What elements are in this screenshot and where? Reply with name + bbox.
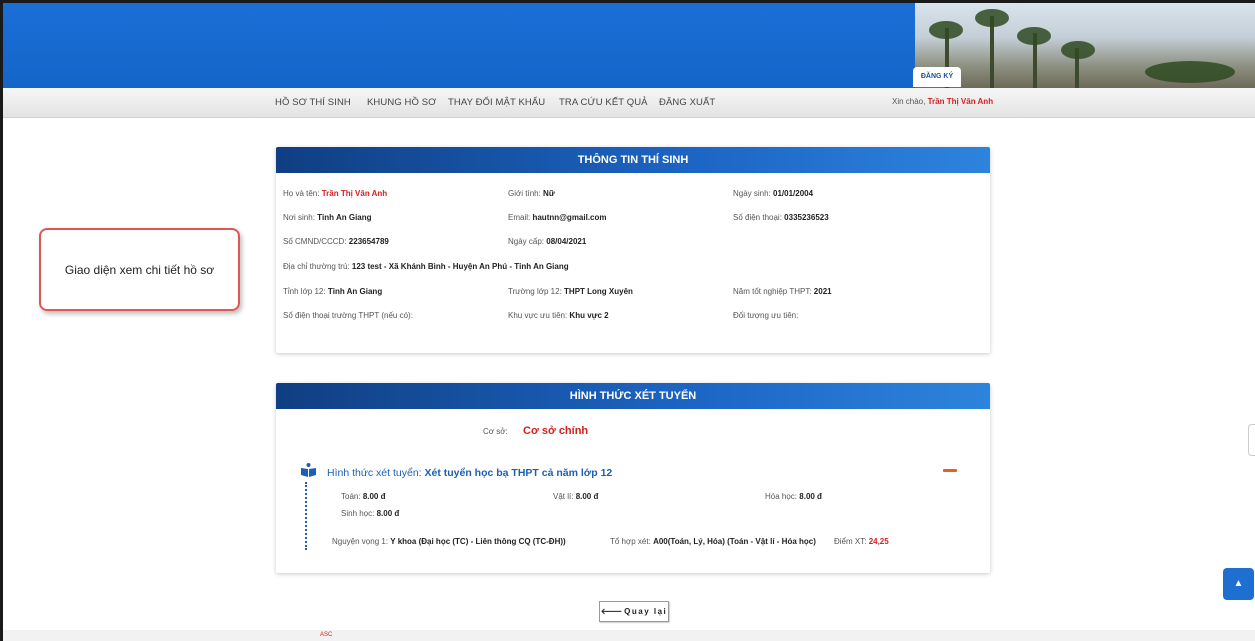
campus-value: Cơ sở chính — [523, 425, 589, 437]
score-physics: Vật lí: 8.00 đ — [553, 492, 599, 501]
greeting: Xin chào, Trần Thị Vân Anh — [892, 97, 993, 106]
field-priority-group: Đối tượng ưu tiên: — [733, 311, 799, 320]
field-priority-area: Khu vực ưu tiên: Khu vực 2 — [508, 311, 609, 320]
nav-item-profile[interactable]: HỒ SƠ THÍ SINH — [275, 97, 351, 108]
field-school-phone: Số điện thoại trường THPT (nếu có): — [283, 311, 413, 320]
side-panel-tab[interactable] — [1248, 424, 1255, 456]
nav-item-profile-frame[interactable]: KHUNG HỒ SƠ — [367, 97, 436, 108]
greeting-prefix: Xin chào, — [892, 97, 926, 106]
wish-1: Nguyện vọng 1: Y khoa (Đại học (TC) - Li… — [332, 537, 566, 546]
site-banner — [3, 3, 1255, 88]
arrow-left-icon: 🡐 — [600, 607, 623, 616]
back-button[interactable]: 🡐 Quay lại — [599, 601, 669, 622]
main-nav: HỒ SƠ THÍ SINH KHUNG HỒ SƠ THAY ĐỔI MẬT … — [3, 88, 1255, 118]
admission-score: Điểm XT: 24,25 — [834, 537, 889, 546]
register-tab[interactable]: ĐĂNG KÝ — [913, 67, 961, 87]
field-grade12-province: Tỉnh lớp 12: Tỉnh An Giang — [283, 287, 383, 296]
back-button-label: Quay lại — [624, 607, 668, 616]
user-name[interactable]: Trần Thị Vân Anh — [928, 97, 993, 106]
field-grade12-school: Trường lớp 12: THPT Long Xuyên — [508, 287, 633, 296]
field-full-name: Họ và tên: Trần Thị Vân Anh — [283, 189, 388, 198]
field-email: Email: hautnn@gmail.com — [508, 213, 607, 222]
annotation-callout: Giao diện xem chi tiết hồ sơ — [39, 228, 240, 311]
book-icon — [301, 463, 316, 477]
footer-text: ASC — [320, 632, 333, 638]
field-phone: Số điện thoại: 0335236523 — [733, 213, 829, 222]
nav-item-change-password[interactable]: THAY ĐỔI MẬT KHẨU — [448, 97, 545, 108]
field-birth-place: Nơi sinh: Tỉnh An Giang — [283, 213, 372, 222]
candidate-info-title: THÔNG TIN THÍ SINH — [276, 147, 990, 173]
timeline-line — [305, 482, 307, 550]
field-address: Địa chỉ thường trú: 123 test - Xã Khánh … — [283, 262, 569, 271]
field-birth-date: Ngày sinh: 01/01/2004 — [733, 189, 814, 198]
admission-title: HÌNH THỨC XÉT TUYỂN — [276, 383, 990, 409]
nav-item-logout[interactable]: ĐĂNG XUẤT — [659, 97, 715, 108]
admission-method[interactable]: Hình thức xét tuyển: Xét tuyển học bạ TH… — [327, 467, 612, 479]
scroll-to-top-button[interactable]: ▲ — [1223, 568, 1254, 600]
candidate-info-card: THÔNG TIN THÍ SINH — [276, 147, 990, 353]
field-issue-date: Ngày cấp: 08/04/2021 — [508, 237, 587, 246]
score-math: Toán: 8.00 đ — [341, 492, 386, 501]
field-id-number: Số CMND/CCCD: 223654789 — [283, 237, 389, 246]
nav-item-lookup-results[interactable]: TRA CỨU KẾT QUẢ — [559, 97, 648, 108]
field-gender: Giới tính: Nữ — [508, 189, 555, 198]
field-graduation-year: Năm tốt nghiệp THPT: 2021 — [733, 287, 832, 296]
subject-combination: Tổ hợp xét: A00(Toán, Lý, Hóa) (Toán - V… — [610, 537, 816, 546]
chevron-up-icon: ▲ — [1233, 578, 1244, 589]
collapse-icon[interactable] — [943, 469, 957, 472]
campus-label: Cơ sở: — [483, 427, 508, 436]
score-chemistry: Hóa học: 8.00 đ — [765, 492, 822, 501]
score-biology: Sinh học: 8.00 đ — [341, 509, 400, 518]
footer-bar — [3, 630, 1255, 641]
campus-photo — [915, 3, 1255, 88]
